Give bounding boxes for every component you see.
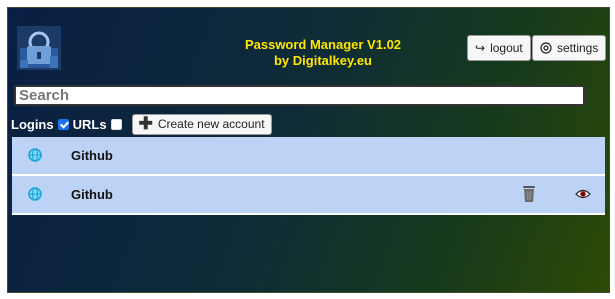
logout-button[interactable]: ↪ logout — [467, 35, 531, 61]
globe-icon — [28, 148, 42, 162]
logout-label: logout — [490, 41, 523, 55]
urls-checkbox[interactable] — [110, 118, 122, 130]
settings-label: settings — [557, 41, 599, 55]
settings-button[interactable]: settings — [532, 35, 607, 61]
app-window: Password Manager V1.02 by Digitalkey.eu … — [7, 7, 610, 293]
logins-checkbox[interactable] — [57, 118, 69, 130]
list-item[interactable]: Github — [12, 176, 605, 215]
logout-icon: ↪ — [475, 41, 486, 55]
settings-icon — [540, 42, 552, 54]
trash-icon[interactable] — [522, 185, 536, 203]
account-list: Github Github — [12, 137, 605, 215]
globe-icon — [28, 187, 42, 201]
account-name: Github — [71, 187, 113, 202]
logins-label: Logins — [11, 116, 54, 132]
app-logo — [17, 26, 61, 70]
app-title: Password Manager V1.02 by Digitalkey.eu — [208, 37, 438, 69]
title-line-1: Password Manager V1.02 — [244, 37, 402, 52]
filter-bar: Logins URLs ✚ Create new account — [11, 113, 272, 135]
list-item[interactable]: Github — [12, 137, 605, 176]
eye-icon[interactable] — [575, 188, 591, 200]
urls-label: URLs — [72, 116, 107, 132]
title-line-2: by Digitalkey.eu — [273, 53, 372, 68]
search-input[interactable] — [14, 85, 585, 106]
account-name: Github — [71, 148, 113, 163]
create-account-button[interactable]: ✚ Create new account — [131, 113, 272, 135]
plus-icon: ✚ — [138, 114, 153, 133]
create-account-label: Create new account — [157, 117, 265, 131]
